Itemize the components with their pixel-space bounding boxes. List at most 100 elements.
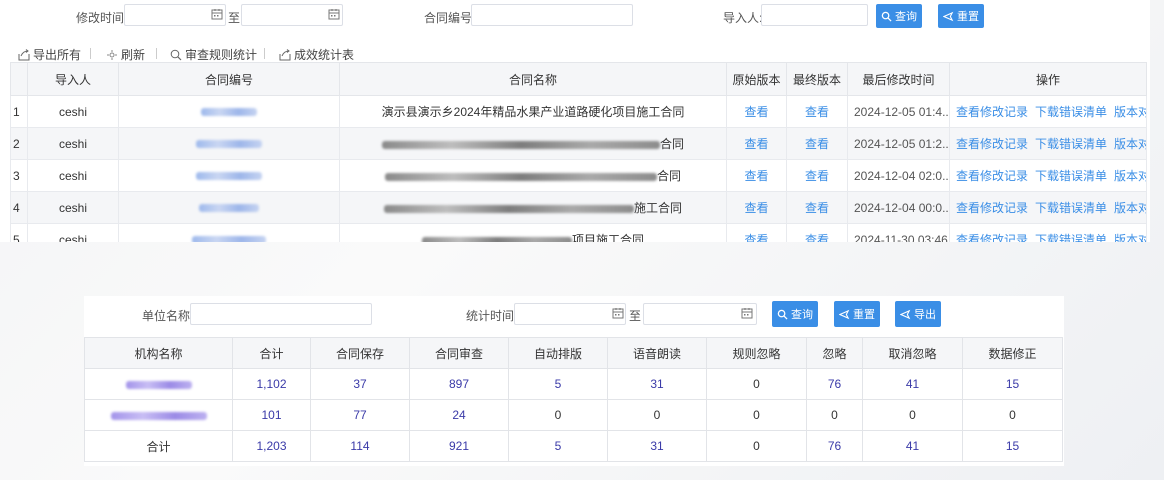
col-header-contract-name[interactable]: 合同名称 xyxy=(339,62,727,96)
importer-cell: ceshi xyxy=(27,95,119,128)
col-header-importer[interactable]: 导入人 xyxy=(27,62,119,96)
importer-input[interactable] xyxy=(761,4,868,26)
version-compare-link[interactable]: 版本对照 xyxy=(1114,137,1145,151)
calendar-icon[interactable] xyxy=(328,8,340,20)
col-header-final[interactable]: 最终版本 xyxy=(786,62,848,96)
view-original-link[interactable]: 查看 xyxy=(726,127,787,160)
save-cell[interactable]: 37 xyxy=(310,368,410,400)
view-final-link[interactable]: 查看 xyxy=(786,159,848,192)
rule-ignore-cell: 0 xyxy=(706,399,807,431)
refresh-button[interactable]: 刷新 xyxy=(106,46,145,63)
org-cell xyxy=(84,399,233,431)
view-final-link[interactable]: 查看 xyxy=(786,191,848,224)
total-cell[interactable]: 101 xyxy=(232,399,311,431)
view-original-link[interactable]: 查看 xyxy=(726,159,787,192)
table-row: 5 ceshi 项目施工合同 查看 查看 2024-11-30 03:46 查看… xyxy=(10,223,1147,242)
stats-export-button[interactable]: 导出 xyxy=(895,301,941,327)
stat-time-end-input[interactable] xyxy=(643,303,757,325)
toolbar-divider xyxy=(90,48,91,59)
view-change-log-link[interactable]: 查看修改记录 xyxy=(956,201,1028,215)
save-cell[interactable]: 114 xyxy=(310,430,410,462)
unit-name-input[interactable] xyxy=(190,303,372,325)
view-change-log-link[interactable]: 查看修改记录 xyxy=(956,169,1028,183)
row-index: 5 xyxy=(10,223,28,242)
col-header-total: 合计 xyxy=(232,337,311,369)
actions-cell: 查看修改记录下载错误清单版本对照 xyxy=(949,127,1147,160)
col-header-original[interactable]: 原始版本 xyxy=(726,62,787,96)
view-change-log-link[interactable]: 查看修改记录 xyxy=(956,233,1028,242)
stats-export-button-label: 导出 xyxy=(914,309,936,321)
layout-cell[interactable]: 5 xyxy=(508,368,608,400)
col-header-contract-no[interactable]: 合同编号 xyxy=(118,62,340,96)
table-row: 2 ceshi 合同 查看 查看 2024-12-05 01:2... 查看修改… xyxy=(10,127,1147,160)
ignore-cell[interactable]: 76 xyxy=(806,430,863,462)
stats-reset-button-label: 重置 xyxy=(853,309,875,321)
export-all-button[interactable]: 导出所有 xyxy=(18,46,81,63)
view-original-link[interactable]: 查看 xyxy=(726,223,787,242)
view-change-log-link[interactable]: 查看修改记录 xyxy=(956,137,1028,151)
query-button[interactable]: 查询 xyxy=(876,4,922,28)
voice-cell[interactable]: 31 xyxy=(607,368,707,400)
contract-no-cell xyxy=(118,95,340,128)
col-header-modified-time[interactable]: 最后修改时间 xyxy=(847,62,950,96)
redacted-contract-name xyxy=(381,140,660,149)
modified-time-cell: 2024-12-04 02:0... xyxy=(847,159,950,192)
layout-cell[interactable]: 5 xyxy=(508,430,608,462)
version-compare-link[interactable]: 版本对照 xyxy=(1114,201,1145,215)
export-icon xyxy=(279,48,291,60)
total-cell[interactable]: 1,102 xyxy=(232,368,311,400)
view-change-log-link[interactable]: 查看修改记录 xyxy=(956,105,1028,119)
table-row: 1 ceshi 演示县演示乡2024年精品水果产业道路硬化项目施工合同 查看 查… xyxy=(10,95,1147,128)
date-separator: 至 xyxy=(228,11,241,25)
cancel-ignore-cell[interactable]: 41 xyxy=(862,368,963,400)
redacted-contract-name xyxy=(384,172,657,181)
calendar-icon[interactable] xyxy=(211,8,223,20)
ignore-cell[interactable]: 76 xyxy=(806,368,863,400)
rule-stats-button[interactable]: 审查规则统计 xyxy=(170,46,257,63)
data-fix-cell[interactable]: 15 xyxy=(962,430,1063,462)
calendar-icon[interactable] xyxy=(741,307,753,319)
stat-time-start-input[interactable] xyxy=(514,303,626,325)
download-error-list-link[interactable]: 下载错误清单 xyxy=(1035,233,1107,242)
unit-name-label: 单位名称: xyxy=(142,309,194,323)
redacted-contract-no xyxy=(201,108,257,117)
row-index: 4 xyxy=(10,191,28,224)
calendar-icon[interactable] xyxy=(612,307,624,319)
redacted-contract-no xyxy=(196,172,262,181)
view-final-link[interactable]: 查看 xyxy=(786,223,848,242)
download-error-list-link[interactable]: 下载错误清单 xyxy=(1035,169,1107,183)
view-final-link[interactable]: 查看 xyxy=(786,95,848,128)
download-error-list-link[interactable]: 下载错误清单 xyxy=(1035,201,1107,215)
contract-search-bar: 修改时间: 至 合同编号: 导入人: 查询 重置 xyxy=(0,4,1150,28)
version-compare-link[interactable]: 版本对照 xyxy=(1114,169,1145,183)
review-cell[interactable]: 897 xyxy=(409,368,509,400)
stats-row: 1,102 37 897 5 31 0 76 41 15 xyxy=(84,368,1063,400)
cancel-ignore-cell[interactable]: 41 xyxy=(862,430,963,462)
save-cell[interactable]: 77 xyxy=(310,399,410,431)
search-icon xyxy=(777,309,788,320)
contract-table: 导入人 合同编号 合同名称 原始版本 最终版本 最后修改时间 操作 1 cesh… xyxy=(10,62,1147,242)
download-error-list-link[interactable]: 下载错误清单 xyxy=(1035,137,1107,151)
view-original-link[interactable]: 查看 xyxy=(726,191,787,224)
review-cell[interactable]: 921 xyxy=(409,430,509,462)
stats-query-button[interactable]: 查询 xyxy=(772,301,818,327)
row-index: 3 xyxy=(10,159,28,192)
reset-button[interactable]: 重置 xyxy=(938,4,984,28)
redacted-contract-no xyxy=(199,204,259,213)
version-compare-link[interactable]: 版本对照 xyxy=(1114,105,1145,119)
data-fix-cell[interactable]: 15 xyxy=(962,368,1063,400)
voice-cell[interactable]: 31 xyxy=(607,430,707,462)
stats-reset-button[interactable]: 重置 xyxy=(834,301,880,327)
col-header-data-fix: 数据修正 xyxy=(962,337,1063,369)
view-final-link[interactable]: 查看 xyxy=(786,127,848,160)
contract-name-cell: 合同 xyxy=(339,159,727,192)
version-compare-link[interactable]: 版本对照 xyxy=(1114,233,1145,242)
total-cell[interactable]: 1,203 xyxy=(232,430,311,462)
stats-total-row: 合计 1,203 114 921 5 31 0 76 41 15 xyxy=(84,430,1063,462)
review-cell[interactable]: 24 xyxy=(409,399,509,431)
download-error-list-link[interactable]: 下载错误清单 xyxy=(1035,105,1107,119)
view-original-link[interactable]: 查看 xyxy=(726,95,787,128)
contract-no-input[interactable] xyxy=(471,4,633,26)
contract-no-cell xyxy=(118,159,340,192)
effect-stats-button[interactable]: 成效统计表 xyxy=(279,46,354,63)
